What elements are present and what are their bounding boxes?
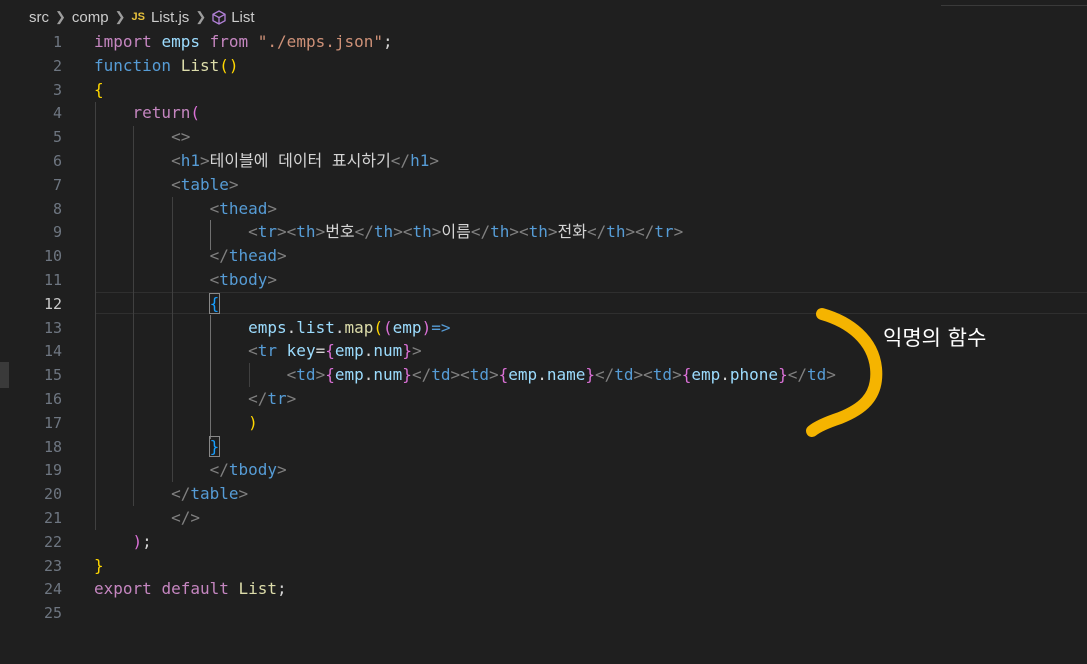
- annotation-text: 익명의 함수: [883, 326, 987, 350]
